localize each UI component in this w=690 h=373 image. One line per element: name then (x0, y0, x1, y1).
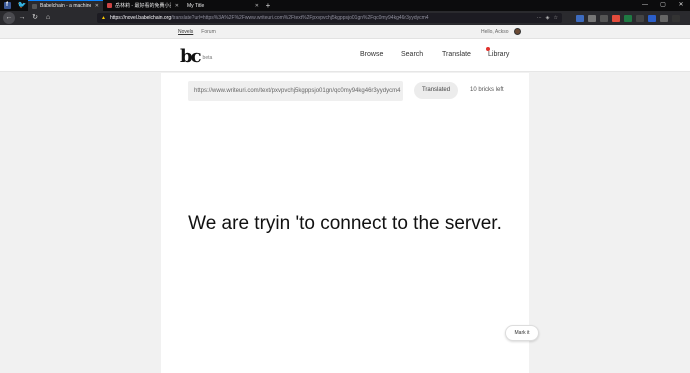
browser-tab-strip: f 🐦 Babelchain - a machine transl ✕ 岳林莉 … (0, 0, 690, 11)
translated-button[interactable]: Translated (414, 82, 458, 99)
close-icon[interactable]: ✕ (255, 3, 259, 9)
tab-title: 岳林莉 - 最好看的免費小說網站 (115, 3, 171, 9)
web-page: Novels Forum Hello, Ackso bc beta Browse… (0, 25, 690, 373)
site-topnav: Novels Forum (178, 29, 216, 35)
extension-green-icon[interactable] (624, 14, 632, 22)
close-window-button[interactable]: ✕ (672, 0, 690, 11)
minimize-button[interactable]: — (636, 0, 654, 11)
browser-tab-novel-site[interactable]: 岳林莉 - 最好看的免費小說網站 ✕ (103, 0, 183, 11)
library-icon[interactable] (588, 14, 596, 22)
novel-site-favicon-icon (107, 3, 112, 8)
toolbar-extensions (576, 13, 680, 23)
mark-it-button[interactable]: Mark it (505, 325, 539, 341)
download-icon[interactable] (576, 14, 584, 22)
menu-icon[interactable] (672, 14, 680, 22)
greeting-text[interactable]: Hello, Ackso (481, 29, 509, 35)
window-controls: — ▢ ✕ (636, 0, 690, 11)
maximize-button[interactable]: ▢ (654, 0, 672, 11)
pinned-tab-twitter[interactable]: 🐦 (14, 0, 28, 11)
extension-red-icon[interactable] (612, 14, 620, 22)
browser-nav-bar: ← → ↻ ⌂ ▲ https://novel.babelchain.org /… (0, 11, 690, 25)
site-logo[interactable]: bc beta (180, 45, 212, 67)
forward-button[interactable]: → (16, 12, 28, 24)
tab-title: Babelchain - a machine transl (40, 3, 91, 9)
nav-translate-link[interactable]: Translate (442, 51, 471, 58)
nav-browse-link[interactable]: Browse (360, 51, 383, 58)
main-content: https://www.writeuri.com/text/pxvpvchj5k… (161, 73, 529, 373)
facebook-icon: f (3, 2, 11, 9)
tab-title: My Title (187, 2, 205, 9)
twitter-icon: 🐦 (17, 1, 27, 9)
lock-warning-icon: ▲ (101, 15, 106, 21)
close-icon[interactable]: ✕ (175, 3, 179, 9)
site-topbar: Novels Forum Hello, Ackso (0, 25, 690, 39)
connection-message: We are tryin 'to connect to the server. (188, 213, 502, 234)
url-host: https://novel.babelchain.org (109, 15, 172, 21)
reload-button[interactable]: ↻ (29, 12, 41, 24)
nav-library-link[interactable]: Library (488, 51, 509, 58)
browser-tab-my-title[interactable]: My Title ✕ (183, 0, 263, 11)
extension-gray-icon[interactable] (660, 14, 668, 22)
extension-blue-icon[interactable] (648, 14, 656, 22)
beta-badge: beta (202, 55, 213, 61)
extension-dark-icon[interactable] (636, 14, 644, 22)
avatar[interactable] (513, 28, 521, 35)
new-tab-button[interactable]: + (263, 0, 273, 11)
topnav-novels-link[interactable]: Novels (178, 29, 193, 35)
address-bar[interactable]: ▲ https://novel.babelchain.org /translat… (97, 13, 562, 23)
nav-search-link[interactable]: Search (401, 51, 423, 58)
url-path: /translate?url=https%3A%2F%2Fwww.writeur… (171, 15, 429, 21)
topnav-forum-link[interactable]: Forum (201, 29, 215, 35)
more-icon[interactable]: ··· (537, 15, 542, 21)
sidebar-icon[interactable] (600, 14, 608, 22)
user-greeting: Hello, Ackso (481, 28, 521, 35)
bricks-left-count: 10 bricks left (470, 87, 504, 93)
home-button[interactable]: ⌂ (42, 12, 54, 24)
pocket-icon[interactable]: ◈ (546, 15, 550, 21)
babelchain-favicon-icon (32, 3, 37, 9)
source-url-input[interactable]: https://www.writeuri.com/text/pxvpvchj5k… (188, 81, 403, 101)
bookmark-star-icon[interactable]: ☆ (554, 15, 558, 21)
browser-tab-babelchain[interactable]: Babelchain - a machine transl ✕ (28, 0, 103, 11)
site-header: bc beta Browse Search Translate Library (0, 39, 690, 72)
pinned-tab-facebook[interactable]: f (0, 0, 14, 11)
logo-mark: bc (180, 46, 202, 67)
close-icon[interactable]: ✕ (95, 3, 99, 9)
urlbar-actions: ··· ◈ ☆ (537, 13, 558, 23)
back-button[interactable]: ← (3, 12, 15, 24)
